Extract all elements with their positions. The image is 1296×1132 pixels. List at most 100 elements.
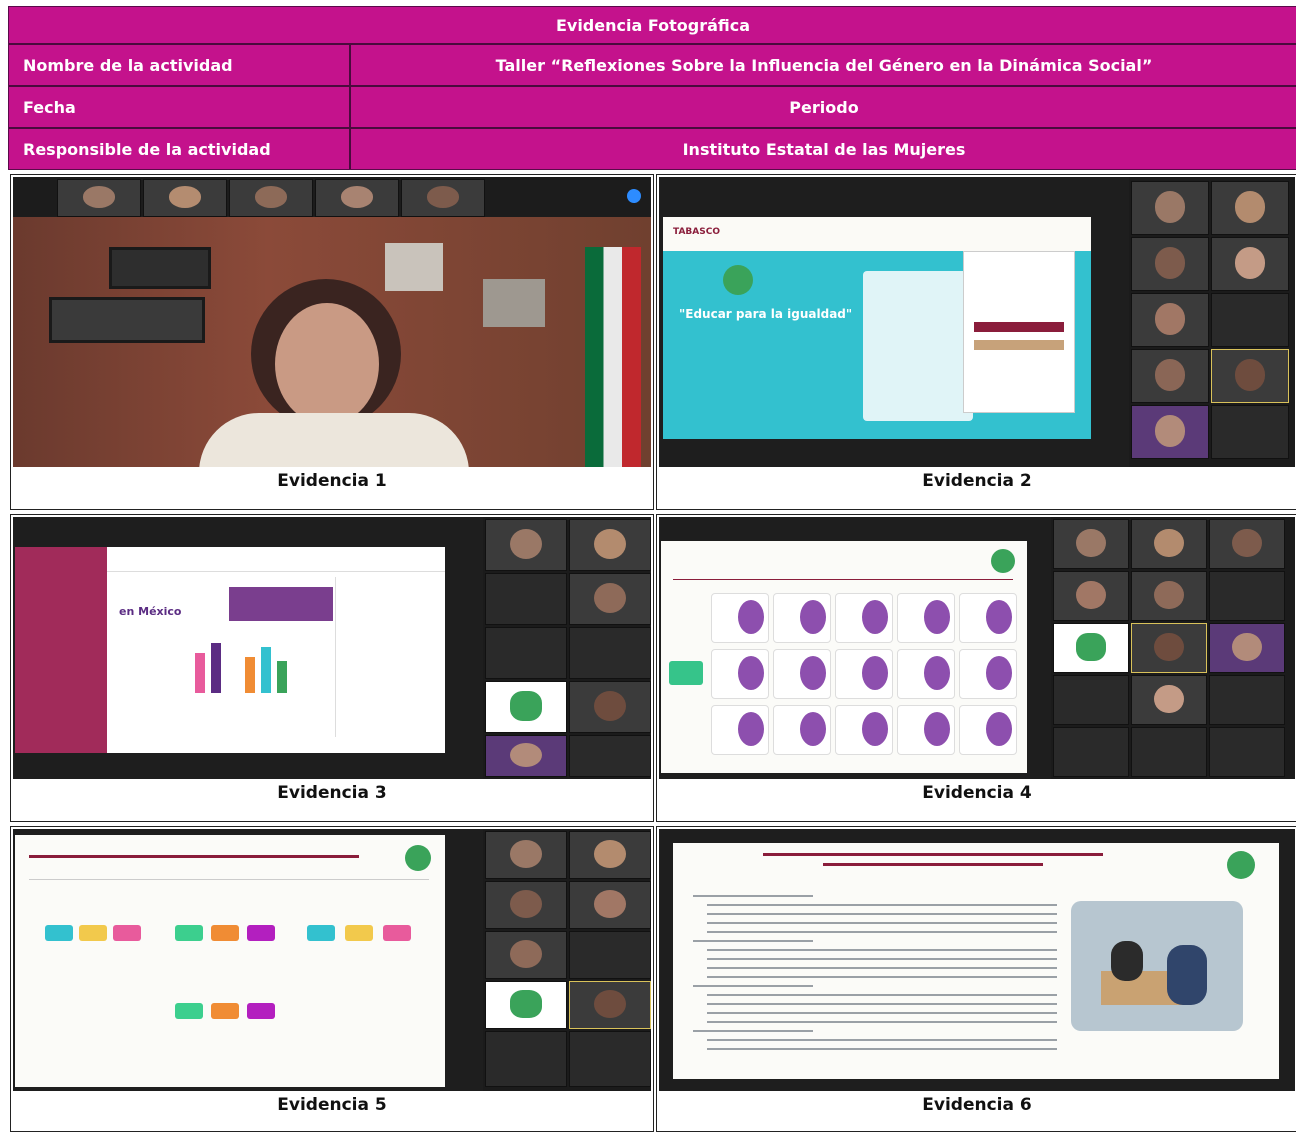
course-card[interactable] (835, 593, 893, 643)
wall-frame (49, 297, 205, 343)
wall-frame (109, 247, 211, 289)
header-title: Evidencia Fotográfica (555, 15, 751, 35)
flow-node (211, 925, 239, 941)
course-card[interactable] (773, 705, 831, 755)
responsible-value: Instituto Estatal de las Mujeres (682, 139, 966, 159)
text-line (693, 1030, 813, 1032)
header-title-row: Evidencia Fotográfica (9, 7, 1296, 43)
wall-photo (385, 243, 443, 291)
evidence-1-screenshot (13, 177, 651, 467)
evidence-4-caption: Evidencia 4 (922, 783, 1032, 803)
text-line (707, 1012, 1057, 1014)
header-row-date: Fecha Periodo (9, 85, 1296, 127)
flow-node (383, 925, 411, 941)
text-line (707, 967, 1057, 969)
logo-icon (723, 265, 753, 295)
flow-node (307, 925, 335, 941)
text-line (693, 985, 813, 987)
logo-icon (991, 549, 1015, 573)
course-card[interactable] (835, 705, 893, 755)
course-card[interactable] (897, 705, 955, 755)
course-card[interactable] (835, 649, 893, 699)
text-line (707, 904, 1057, 906)
evidence-2-caption: Evidencia 2 (922, 471, 1032, 491)
zoom-icon (627, 189, 641, 203)
course-card[interactable] (711, 593, 769, 643)
flow-node (113, 925, 141, 941)
slide-sidebar (15, 547, 107, 753)
slide-title-bar (763, 853, 1103, 856)
shared-slide: en México (15, 547, 445, 753)
participant-gallery (1129, 177, 1295, 467)
slide-body: "Educar para la igualdad" (663, 251, 1091, 439)
flow-node (211, 1003, 239, 1019)
responsible-label: Responsible de la actividad (9, 129, 351, 169)
course-card[interactable] (897, 649, 955, 699)
evidence-4-screenshot (659, 517, 1295, 779)
header-table: Evidencia Fotográfica Nombre de la activ… (8, 6, 1296, 170)
course-card[interactable] (711, 649, 769, 699)
shared-slide (673, 843, 1279, 1079)
text-line (707, 976, 1057, 978)
stats-banner (229, 587, 333, 621)
evidence-panel-3: en México Evidencia 3 (10, 514, 654, 822)
wall-photo (483, 279, 545, 327)
text-line (707, 1039, 1057, 1041)
slide-heading: en México (119, 605, 182, 618)
course-card[interactable] (897, 593, 955, 643)
slide-title-bar (29, 855, 359, 858)
speaker-body (199, 413, 469, 467)
evidence-panel-2: TABASCO "Educar para la igualdad" Eviden… (656, 174, 1296, 510)
info-panel (335, 577, 436, 737)
device-illustration (863, 271, 973, 421)
text-line (693, 940, 813, 942)
evidence-3-caption: Evidencia 3 (277, 783, 387, 803)
flow-node (247, 1003, 275, 1019)
text-line (707, 1048, 1057, 1050)
text-line (707, 913, 1057, 915)
header-row-responsible: Responsible de la actividad Instituto Es… (9, 127, 1296, 169)
course-card[interactable] (959, 649, 1017, 699)
classroom-photo (1071, 901, 1243, 1031)
slide-brand: TABASCO (673, 227, 720, 237)
text-line (707, 922, 1057, 924)
evidence-panel-6: Evidencia 6 (656, 826, 1296, 1132)
participant-gallery (483, 517, 651, 779)
flow-node (79, 925, 107, 941)
course-card[interactable] (959, 705, 1017, 755)
slide-subtitle: "Educar para la igualdad" (679, 307, 853, 321)
date-label: Fecha (9, 87, 351, 127)
flow-node (175, 925, 203, 941)
course-card[interactable] (773, 649, 831, 699)
evidence-6-caption: Evidencia 6 (922, 1095, 1032, 1115)
slide-header: TABASCO (663, 217, 1091, 252)
infographic (125, 633, 325, 693)
evidence-2-screenshot: TABASCO "Educar para la igualdad" (659, 177, 1295, 467)
participant-gallery (483, 829, 651, 1091)
slide-topbar (107, 547, 445, 572)
header-row-activity: Nombre de la actividad Taller “Reflexion… (9, 43, 1296, 85)
course-card[interactable] (773, 593, 831, 643)
evidence-panel-4: Evidencia 4 (656, 514, 1296, 822)
flow-node (247, 925, 275, 941)
flow-node (175, 1003, 203, 1019)
text-line (707, 994, 1057, 996)
course-card[interactable] (959, 593, 1017, 643)
flow-node (45, 925, 73, 941)
participant-gallery (1051, 517, 1295, 779)
evidence-6-screenshot (659, 829, 1295, 1091)
shared-slide (15, 835, 445, 1087)
text-line (707, 958, 1057, 960)
login-card (963, 251, 1075, 413)
nav-button[interactable] (669, 661, 703, 685)
evidence-5-caption: Evidencia 5 (277, 1095, 387, 1115)
evidence-3-screenshot: en México (13, 517, 651, 779)
course-card[interactable] (711, 705, 769, 755)
date-value: Periodo (789, 97, 859, 117)
text-line (707, 931, 1057, 933)
evidence-panel-1: Evidencia 1 (10, 174, 654, 510)
speaker-face (275, 303, 379, 425)
text-line (707, 949, 1057, 951)
flow-node (345, 925, 373, 941)
brick-wall (13, 217, 651, 467)
